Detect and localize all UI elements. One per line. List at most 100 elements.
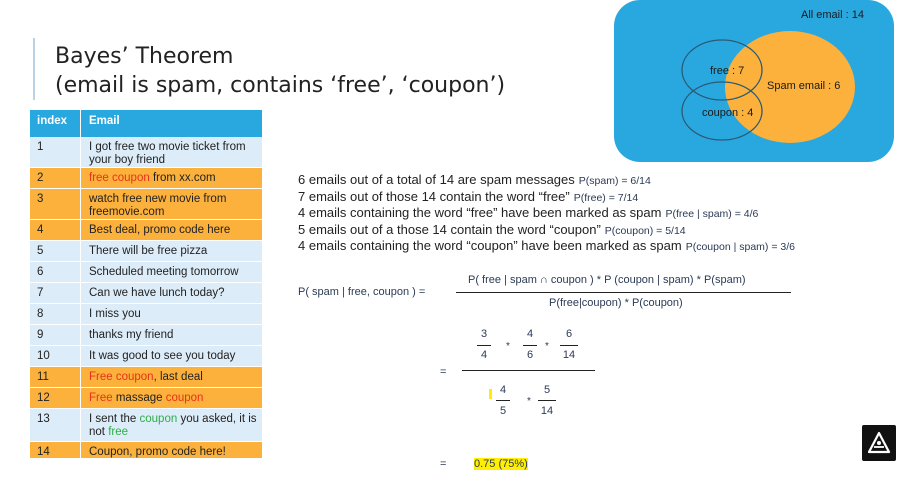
free-label: free : 7 — [710, 65, 744, 77]
statement: 4 emails containing the word “coupon” ha… — [298, 238, 795, 255]
keyword-text: Free — [89, 392, 113, 404]
row-email: Scheduled meeting tomorrow — [80, 262, 262, 282]
row-index: 3 — [37, 193, 44, 205]
row-index: 8 — [37, 308, 44, 320]
statement-prob: P(free | spam) = 4/6 — [665, 208, 759, 220]
fraction-bar — [456, 292, 791, 293]
statement-text: 6 emails out of a total of 14 are spam m… — [298, 172, 575, 187]
title-line-1: Bayes’ Theorem — [55, 44, 234, 69]
row-index: 7 — [37, 287, 44, 299]
row-email: free coupon from xx.com — [80, 168, 262, 188]
row-index: 13 — [37, 413, 50, 425]
formula-lhs: P( spam | free, coupon ) = — [298, 286, 426, 298]
fraction-bar — [538, 400, 556, 401]
statement-prob: P(coupon) = 5/14 — [604, 224, 686, 237]
f2-numerator: 4 — [526, 328, 534, 340]
statement-text: 7 emails out of those 14 contain the wor… — [298, 188, 570, 204]
statement: 4 emails containing the word “free” have… — [298, 205, 795, 222]
f5-denominator: 14 — [540, 405, 554, 417]
formula-result: 0.75 (75%) — [474, 458, 528, 470]
table-row: 1 I got free two movie ticket from your … — [30, 137, 262, 168]
f1-denominator: 4 — [480, 349, 488, 361]
f3-denominator: 14 — [562, 349, 576, 361]
row-email: Free coupon, last deal — [80, 367, 262, 387]
f5-numerator: 5 — [543, 384, 551, 396]
table-row: 13 I sent the coupon you asked, it is no… — [30, 409, 262, 442]
row-email: Best deal, promo code here — [80, 220, 262, 240]
f4-numerator: 4 — [499, 384, 507, 396]
row-email: Coupon, promo code here! — [80, 442, 262, 458]
table-row: 10 It was good to see you today — [30, 346, 262, 367]
row-email: I got free two movie ticket from your bo… — [80, 137, 262, 167]
row-index: 12 — [37, 392, 50, 404]
f4-denominator: 5 — [499, 405, 507, 417]
header-index: index — [37, 115, 68, 127]
row-email: It was good to see you today — [80, 346, 262, 366]
table-row: 11 Free coupon, last deal — [30, 367, 262, 388]
table-row: 12 Free massage coupon — [30, 388, 262, 409]
row-index: 11 — [37, 371, 49, 383]
table-row: 3 watch free new movie from freemovie.co… — [30, 189, 262, 220]
fraction-bar — [523, 345, 537, 346]
plain-text: I sent the — [89, 413, 140, 425]
keyword-text: coupon — [139, 413, 178, 425]
statement-prob: P(coupon | spam) = 3/6 — [685, 241, 795, 253]
header-email: Email — [80, 110, 262, 137]
row-index: 4 — [37, 224, 44, 236]
row-email: Free massage coupon — [80, 388, 262, 408]
table-row: 4 Best deal, promo code here — [30, 220, 262, 241]
f1-numerator: 3 — [480, 328, 488, 340]
statement-text: 5 emails out of a those 14 contain the w… — [298, 221, 601, 237]
equals-sign: = — [440, 366, 447, 378]
statement: 6 emails out of a total of 14 are spam m… — [298, 172, 795, 189]
result-value: 0.75 (75%) — [474, 458, 528, 470]
fraction-bar — [477, 345, 491, 346]
row-email: Can we have lunch today? — [80, 283, 262, 303]
times-sign: * — [506, 341, 510, 352]
plain-text: massage — [112, 392, 166, 404]
statement: 5 emails out of a those 14 contain the w… — [298, 222, 795, 239]
table-header: index Email — [30, 110, 262, 137]
statement-text: 4 emails containing the word “coupon” ha… — [298, 238, 682, 253]
formula-numerator: P( free | spam ∩ coupon ) * P (coupon | … — [468, 274, 746, 286]
fraction-bar — [462, 370, 595, 371]
plain-text: , last deal — [153, 371, 203, 383]
row-email: I miss you — [80, 304, 262, 324]
email-table: index Email 1 I got free two movie ticke… — [30, 110, 262, 459]
table-row: 9 thanks my friend — [30, 325, 262, 346]
row-email: watch free new movie from freemovie.com — [80, 189, 262, 219]
plain-text: from xx.com — [149, 172, 216, 184]
row-index: 9 — [37, 329, 44, 341]
table-row: 6 Scheduled meeting tomorrow — [30, 262, 262, 283]
row-index: 10 — [37, 350, 50, 362]
fraction-bar — [560, 345, 578, 346]
keyword-text: free — [108, 426, 129, 438]
all-email-label: All email : 14 — [801, 9, 864, 21]
row-index: 14 — [37, 446, 50, 458]
keyword-text: free coupon — [89, 172, 150, 184]
probability-statements: 6 emails out of a total of 14 are spam m… — [298, 172, 795, 255]
title-accent-bar — [33, 38, 35, 100]
row-email: There will be free pizza — [80, 241, 262, 261]
highlight-mark — [489, 389, 492, 399]
table-row: 8 I miss you — [30, 304, 262, 325]
row-index: 2 — [37, 172, 44, 184]
table-row: 14 Coupon, promo code here! — [30, 442, 262, 459]
spam-label: Spam email : 6 — [767, 80, 840, 92]
logo-icon — [867, 431, 891, 454]
table-row: 2 free coupon from xx.com — [30, 168, 262, 189]
times-sign: * — [527, 396, 531, 407]
keyword-text: coupon — [165, 392, 204, 404]
equals-sign: = — [440, 458, 447, 470]
keyword-text: Free coupon — [89, 371, 154, 383]
row-index: 1 — [37, 141, 44, 153]
statement-text: 4 emails containing the word “free” have… — [298, 205, 662, 220]
times-sign: * — [545, 341, 549, 352]
statement-prob: P(spam) = 6/14 — [578, 175, 651, 187]
title-line-2: (email is spam, contains ‘free’, ‘coupon… — [55, 73, 506, 98]
f3-numerator: 6 — [565, 328, 573, 340]
row-email: I sent the coupon you asked, it is not f… — [80, 409, 262, 441]
row-index: 6 — [37, 266, 44, 278]
row-email: thanks my friend — [80, 325, 262, 345]
statement-prob: P(free) = 7/14 — [573, 191, 639, 204]
